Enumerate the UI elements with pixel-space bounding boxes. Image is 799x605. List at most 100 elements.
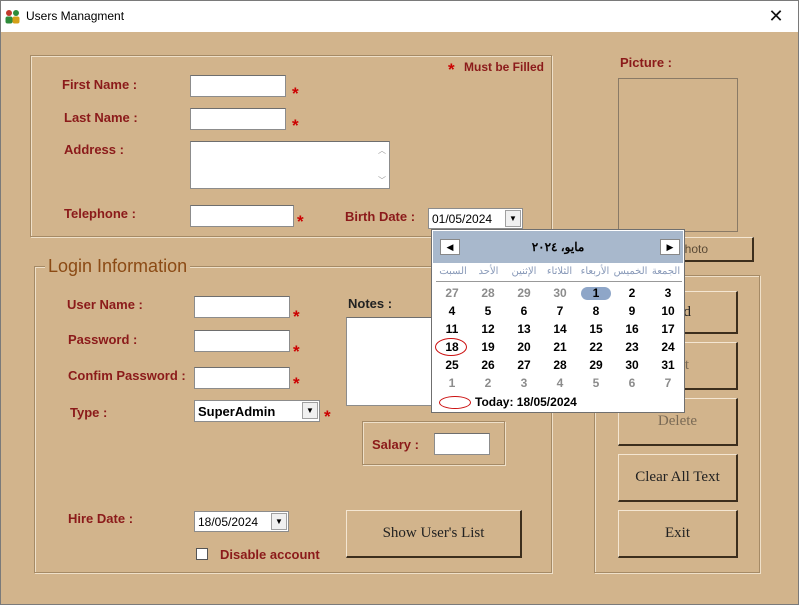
arrow-right-icon: ▶: [666, 241, 674, 252]
calendar-day[interactable]: 30: [614, 356, 650, 374]
calendar-day[interactable]: 2: [470, 374, 506, 392]
disable-account-checkbox[interactable]: [196, 548, 208, 560]
calendar-day[interactable]: 11: [434, 320, 470, 338]
calendar-weekday: السبت: [439, 266, 467, 277]
calendar-day[interactable]: 6: [506, 302, 542, 320]
calendar-weekday: الثلاثاء: [546, 266, 573, 277]
calendar-dropdown[interactable]: ◀ مايو، ٢٠٢٤ ▶ السبت الأحد الإثنين الثلاثاء…: [431, 229, 685, 413]
calendar-day[interactable]: 22: [578, 338, 614, 356]
calendar-day[interactable]: 28: [542, 356, 578, 374]
must-filled-star: *: [448, 60, 455, 79]
show-users-list-button[interactable]: Show User's List: [346, 510, 522, 558]
hire-date-value: 18/05/2024: [198, 515, 259, 529]
password-input[interactable]: [194, 330, 290, 352]
telephone-required-star: *: [297, 212, 304, 231]
hire-date-label: Hire Date :: [68, 511, 134, 526]
birth-date-picker[interactable]: 01/05/2024 ▼: [428, 208, 523, 229]
scroll-up-icon[interactable]: ︿: [378, 145, 386, 156]
picture-label: Picture :: [620, 55, 673, 70]
first-name-label: First Name :: [62, 77, 138, 92]
birth-date-label: Birth Date :: [345, 209, 416, 224]
calendar-day[interactable]: 23: [614, 338, 650, 356]
confirm-password-label: Confim Password :: [68, 368, 186, 383]
type-label: Type :: [70, 405, 108, 420]
calendar-day[interactable]: 4: [434, 302, 470, 320]
calendar-day[interactable]: 2: [614, 284, 650, 302]
password-required-star: *: [293, 342, 300, 361]
title-bar: Users Managment ✕: [1, 1, 798, 32]
confirm-password-required-star: *: [293, 374, 300, 393]
delete-button-label: Delete: [657, 413, 698, 429]
calendar-day[interactable]: 3: [650, 284, 686, 302]
calendar-day[interactable]: 28: [470, 284, 506, 302]
calendar-day[interactable]: 17: [650, 320, 686, 338]
calendar-day[interactable]: 16: [614, 320, 650, 338]
last-name-input[interactable]: [190, 108, 286, 130]
exit-button[interactable]: Exit: [618, 510, 738, 558]
scroll-down-icon[interactable]: ﹀: [378, 175, 386, 186]
last-name-label: Last Name :: [64, 110, 138, 125]
clear-all-text-button[interactable]: Clear All Text: [618, 454, 738, 502]
calendar-weekday: الخميس: [613, 266, 648, 277]
calendar-weekday: الجمعة: [651, 266, 681, 277]
calendar-day[interactable]: 8: [578, 302, 614, 320]
calendar-day[interactable]: 14: [542, 320, 578, 338]
calendar-day[interactable]: 27: [434, 284, 470, 302]
calendar-day[interactable]: 7: [650, 374, 686, 392]
telephone-input[interactable]: [190, 205, 294, 227]
calendar-day[interactable]: 10: [650, 302, 686, 320]
calendar-day[interactable]: 6: [614, 374, 650, 392]
calendar-day[interactable]: 1: [434, 374, 470, 392]
type-required-star: *: [324, 407, 331, 426]
clear-all-text-label: Clear All Text: [635, 469, 720, 485]
dropdown-arrow-icon[interactable]: ▼: [271, 513, 287, 530]
calendar-day[interactable]: 9: [614, 302, 650, 320]
calendar-day[interactable]: 20: [506, 338, 542, 356]
calendar-day[interactable]: 31: [650, 356, 686, 374]
calendar-day[interactable]: 25: [434, 356, 470, 374]
calendar-day[interactable]: 4: [542, 374, 578, 392]
calendar-day[interactable]: 19: [470, 338, 506, 356]
users-app-icon: [5, 10, 20, 24]
calendar-next-button[interactable]: ▶: [660, 239, 680, 255]
user-name-label: User Name :: [67, 297, 143, 312]
today-marker-icon: [439, 396, 471, 409]
first-name-required-star: *: [292, 84, 299, 103]
hire-date-picker[interactable]: 18/05/2024 ▼: [194, 511, 289, 532]
type-value: SuperAdmin: [198, 404, 276, 419]
calendar-day[interactable]: 24: [650, 338, 686, 356]
close-button[interactable]: ✕: [754, 1, 798, 32]
dropdown-arrow-icon[interactable]: ▼: [505, 210, 521, 227]
user-name-input[interactable]: [194, 296, 290, 318]
calendar-day[interactable]: 7: [542, 302, 578, 320]
today-circle-icon: [435, 338, 467, 356]
calendar-day[interactable]: 5: [470, 302, 506, 320]
calendar-day[interactable]: 29: [506, 284, 542, 302]
calendar-today-link[interactable]: Today: 18/05/2024: [435, 393, 681, 411]
calendar-weekday-row: السبت الأحد الإثنين الثلاثاء الأربعاء الخميس ا…: [436, 266, 682, 282]
exit-button-label: Exit: [665, 525, 690, 541]
calendar-day[interactable]: 26: [470, 356, 506, 374]
first-name-input[interactable]: [190, 75, 286, 97]
calendar-day[interactable]: 12: [470, 320, 506, 338]
salary-input[interactable]: [434, 433, 490, 455]
telephone-label: Telephone :: [64, 206, 136, 221]
calendar-day[interactable]: 21: [542, 338, 578, 356]
disable-account-label: Disable account: [220, 547, 320, 562]
calendar-day[interactable]: 13: [506, 320, 542, 338]
calendar-day[interactable]: 1: [578, 284, 614, 302]
calendar-month-title: مايو، ٢٠٢٤: [531, 240, 585, 254]
calendar-day[interactable]: 30: [542, 284, 578, 302]
type-select[interactable]: SuperAdmin ▼: [194, 400, 320, 422]
confirm-password-input[interactable]: [194, 367, 290, 389]
address-textarea[interactable]: ︿ ﹀: [190, 141, 390, 189]
dropdown-arrow-icon[interactable]: ▼: [302, 402, 318, 419]
calendar-day[interactable]: 15: [578, 320, 614, 338]
calendar-day[interactable]: 29: [578, 356, 614, 374]
user-name-required-star: *: [293, 307, 300, 326]
calendar-day[interactable]: 27: [506, 356, 542, 374]
calendar-day[interactable]: 3: [506, 374, 542, 392]
calendar-day[interactable]: 5: [578, 374, 614, 392]
calendar-today-text: Today: 18/05/2024: [475, 395, 577, 409]
window-title: Users Managment: [26, 9, 125, 23]
